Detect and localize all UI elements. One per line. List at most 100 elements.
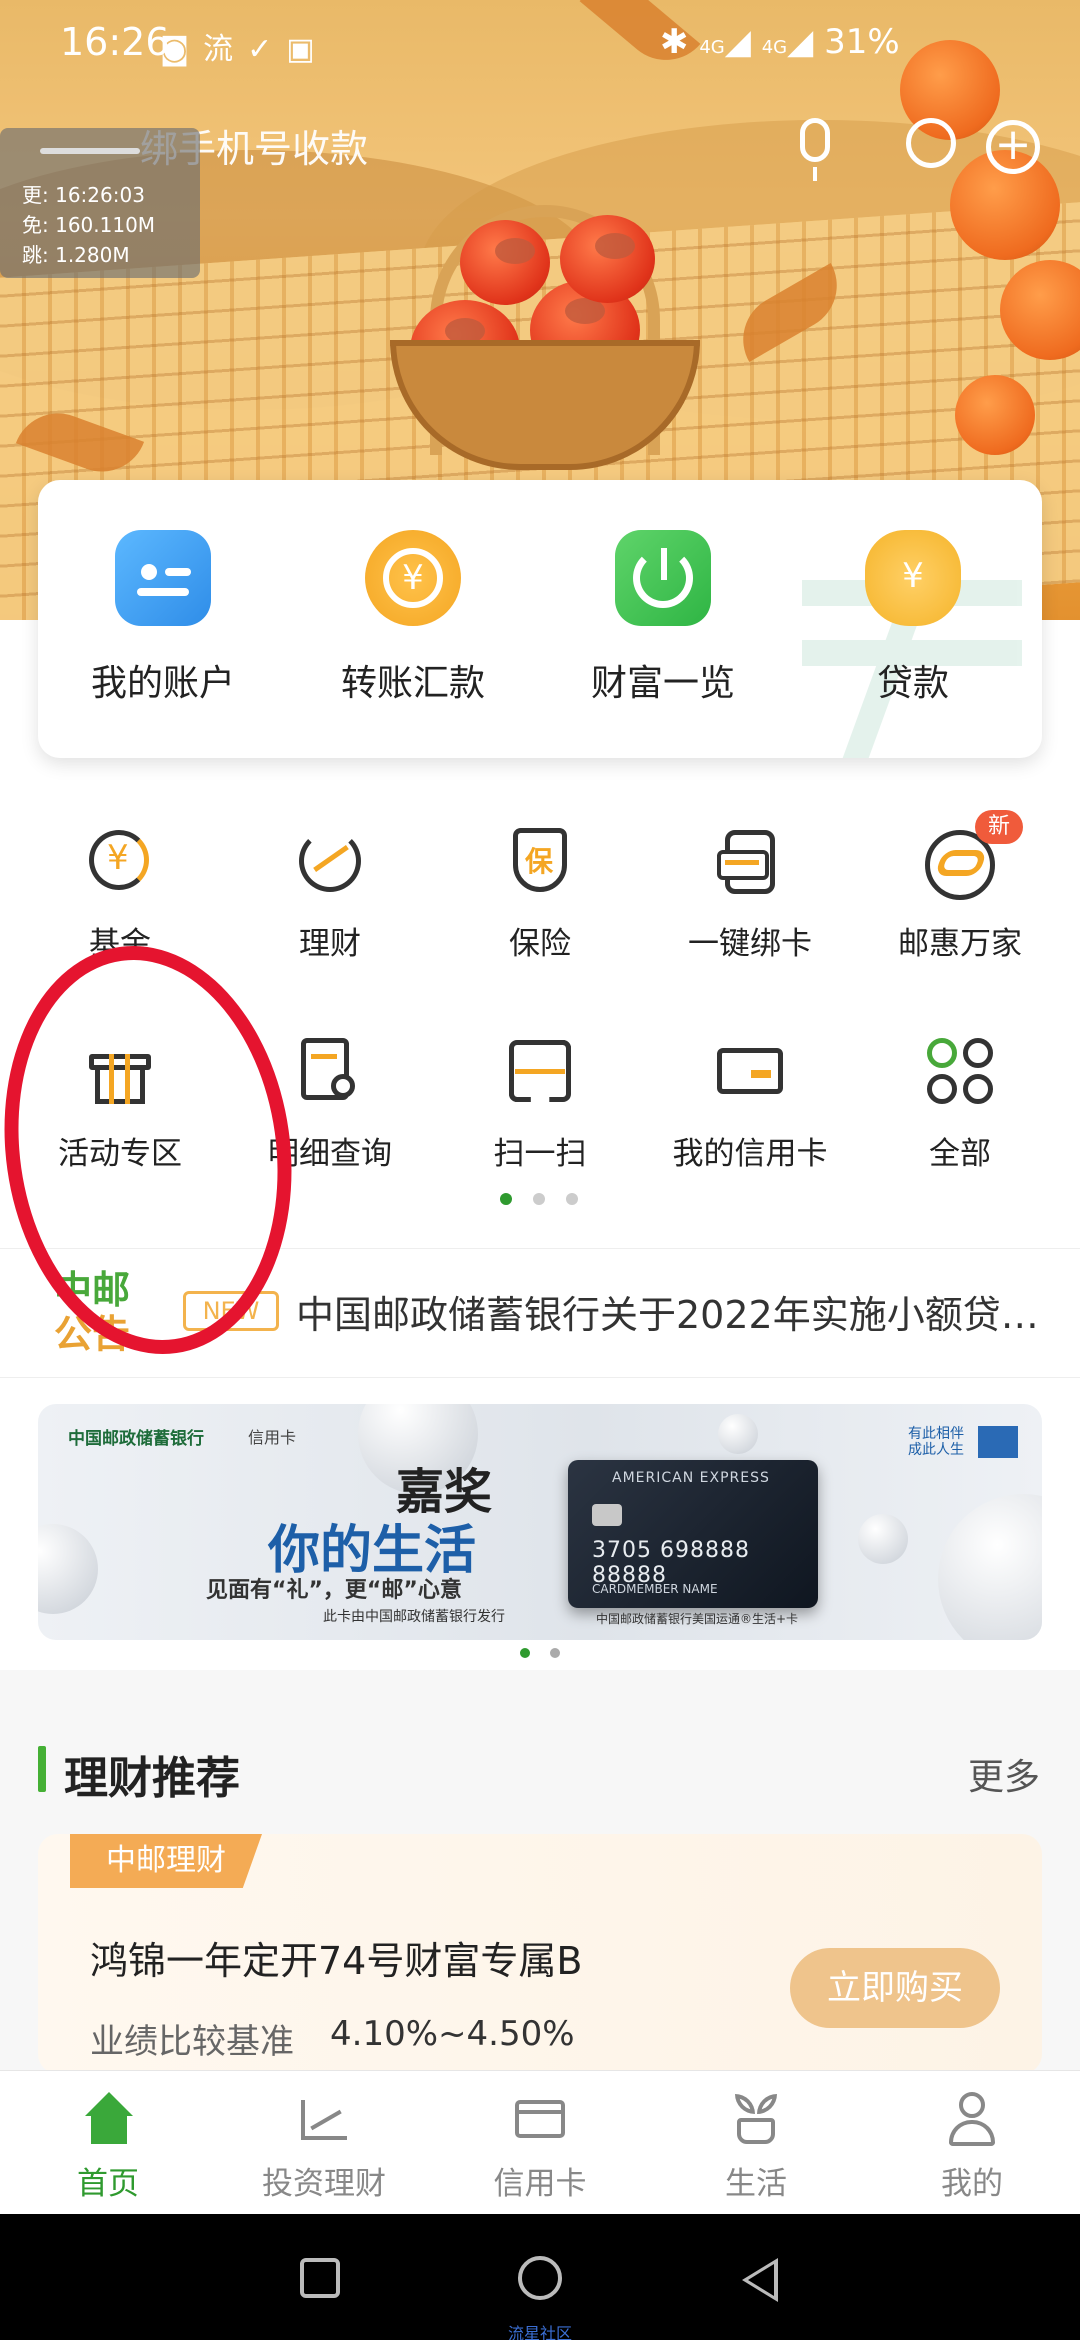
app-notification-icon: ◙ — [160, 32, 204, 67]
tab-life[interactable]: 生活 — [648, 2092, 864, 2203]
bubble-decoration — [38, 1524, 98, 1614]
card-holder: CARDMEMBER NAME — [592, 1582, 718, 1596]
credit-card-icon — [715, 1036, 785, 1106]
scan-icon — [505, 1036, 575, 1106]
account-doc-icon — [115, 530, 211, 626]
grid-item-youhui[interactable]: 新 邮惠万家 — [852, 810, 1068, 963]
customer-service-icon[interactable] — [906, 118, 956, 168]
bank-name: 中国邮政储蓄银行 — [68, 1429, 204, 1449]
quick-label: 财富一览 — [590, 663, 735, 704]
back-button[interactable] — [742, 2258, 778, 2302]
signal-badge: 4G — [699, 37, 725, 58]
page-dot — [566, 1193, 578, 1205]
quick-label: 转账汇款 — [340, 663, 485, 704]
add-icon[interactable]: + — [986, 120, 1040, 174]
card-number: 3705 698888 88888 — [592, 1538, 750, 1588]
page-dot — [533, 1193, 545, 1205]
product-tag: 中邮理财 — [70, 1834, 262, 1888]
debug-bar — [40, 148, 140, 154]
insurance-shield-icon: 保 — [505, 826, 575, 896]
loan-bag-icon: ¥ — [865, 530, 961, 626]
youhui-icon: 新 — [925, 810, 1023, 900]
profile-icon — [945, 2092, 999, 2146]
quick-my-account[interactable]: 我的账户 — [38, 530, 288, 706]
persimmon-image — [955, 375, 1035, 455]
life-sprout-icon — [729, 2092, 783, 2146]
signal-icon: ◢ — [787, 22, 814, 62]
grid-label: 一键绑卡 — [688, 926, 812, 962]
debug-overlay: 更: 16:26:03 免: 160.110M 跳: 1.280M — [0, 128, 200, 278]
banner-issuer: 此卡由中国邮政储蓄银行发行 — [323, 1609, 505, 1625]
page-dot — [550, 1648, 560, 1658]
quick-action-card: 我的账户 ¥ 转账汇款 财富一览 ¥ 贷款 — [38, 480, 1042, 758]
bluetooth-icon: ✱ — [660, 22, 689, 62]
wealth-pie-icon — [615, 530, 711, 626]
image-icon: ▣ — [286, 32, 329, 67]
card-icon — [513, 2092, 567, 2146]
quick-label: 贷款 — [876, 663, 949, 704]
tab-credit-card[interactable]: 信用卡 — [432, 2092, 648, 2203]
rate-label: 业绩比较基准 — [90, 2022, 294, 2062]
debug-line: 跳: 1.280M — [22, 243, 130, 267]
tab-label: 我的 — [941, 2166, 1003, 2202]
app-badge: 流 — [203, 32, 248, 67]
quick-label: 我的账户 — [90, 663, 235, 704]
status-bar: 16:26 ◙流✓▣ ✱ 4G◢ 4G◢ 31% — [0, 0, 1080, 90]
banner-subline: 见面有“礼”，更“邮”心意 — [206, 1578, 462, 1603]
grid-label: 理财 — [299, 926, 361, 962]
grid-item-insurance[interactable]: 保 保险 — [432, 826, 648, 963]
grid-item-finance[interactable]: 理财 — [222, 826, 438, 963]
card-brand: AMERICAN EXPRESS — [612, 1470, 770, 1486]
credit-card-image: AMERICAN EXPRESS 3705 698888 88888 CARDM… — [568, 1460, 818, 1608]
amex-logo — [978, 1426, 1018, 1458]
page-dot-active — [500, 1193, 512, 1205]
grid-item-credit-card[interactable]: 我的信用卡 — [642, 1036, 858, 1173]
section-accent-bar — [38, 1746, 46, 1792]
status-right: ✱ 4G◢ 4G◢ 31% — [660, 22, 900, 62]
debug-line: 更: 16:26:03 — [22, 183, 145, 207]
watermark-text: 流星社区 — [508, 2324, 573, 2340]
home-icon — [81, 2092, 135, 2146]
grid-label: 全部 — [929, 1136, 991, 1172]
quick-loan[interactable]: ¥ 贷款 — [788, 530, 1038, 706]
tab-invest[interactable]: 投资理财 — [216, 2092, 432, 2203]
all-apps-icon — [925, 1036, 995, 1106]
grid-item-fund[interactable]: ¥ 基金 — [12, 826, 228, 963]
signal-icon: ◢ — [724, 22, 751, 62]
more-link[interactable]: 更多 — [968, 1748, 1040, 1800]
detail-search-icon — [295, 1036, 365, 1106]
card-chip — [592, 1504, 622, 1526]
grid-item-scan[interactable]: 扫一扫 — [432, 1036, 648, 1173]
tab-label: 生活 — [725, 2166, 787, 2202]
grid-item-bind-card[interactable]: 一键绑卡 — [642, 826, 858, 963]
fund-icon: ¥ — [85, 826, 155, 896]
card-type-label: 信用卡 — [248, 1428, 297, 1447]
status-time: 16:26 — [60, 20, 170, 64]
promo-banner[interactable]: 中国邮政储蓄银行 信用卡 嘉奖 你的生活 见面有“礼”，更“邮”心意 此卡由中国… — [38, 1404, 1042, 1640]
bubble-decoration — [718, 1414, 758, 1454]
battery-level: 31% — [824, 22, 900, 62]
quick-wealth[interactable]: 财富一览 — [538, 530, 788, 706]
new-badge: 新 — [975, 810, 1023, 844]
grid-item-all[interactable]: 全部 — [852, 1036, 1068, 1173]
bubble-decoration — [938, 1494, 1042, 1640]
page-dot-active — [520, 1648, 530, 1658]
buy-button[interactable]: 立即购买 — [790, 1948, 1000, 2028]
recents-button[interactable] — [300, 2258, 340, 2298]
quick-transfer[interactable]: ¥ 转账汇款 — [288, 530, 538, 706]
check-icon: ✓ — [247, 32, 287, 67]
tab-label: 信用卡 — [493, 2166, 587, 2202]
grid-label: 保险 — [509, 926, 571, 962]
signal-badge: 4G — [761, 37, 788, 58]
microphone-icon[interactable] — [800, 118, 830, 181]
finance-trend-icon — [295, 826, 365, 896]
tab-profile[interactable]: 我的 — [864, 2092, 1080, 2203]
tab-home[interactable]: 首页 — [0, 2092, 216, 2203]
notice-text[interactable]: 中国邮政储蓄银行关于2022年实施小额贷… — [296, 1284, 1039, 1339]
grid-label: 邮惠万家 — [898, 926, 1022, 962]
invest-icon — [297, 2092, 351, 2146]
home-button[interactable] — [518, 2256, 562, 2300]
tab-label: 首页 — [77, 2166, 139, 2202]
debug-line: 免: 160.110M — [22, 213, 156, 237]
bubble-decoration — [858, 1514, 908, 1564]
